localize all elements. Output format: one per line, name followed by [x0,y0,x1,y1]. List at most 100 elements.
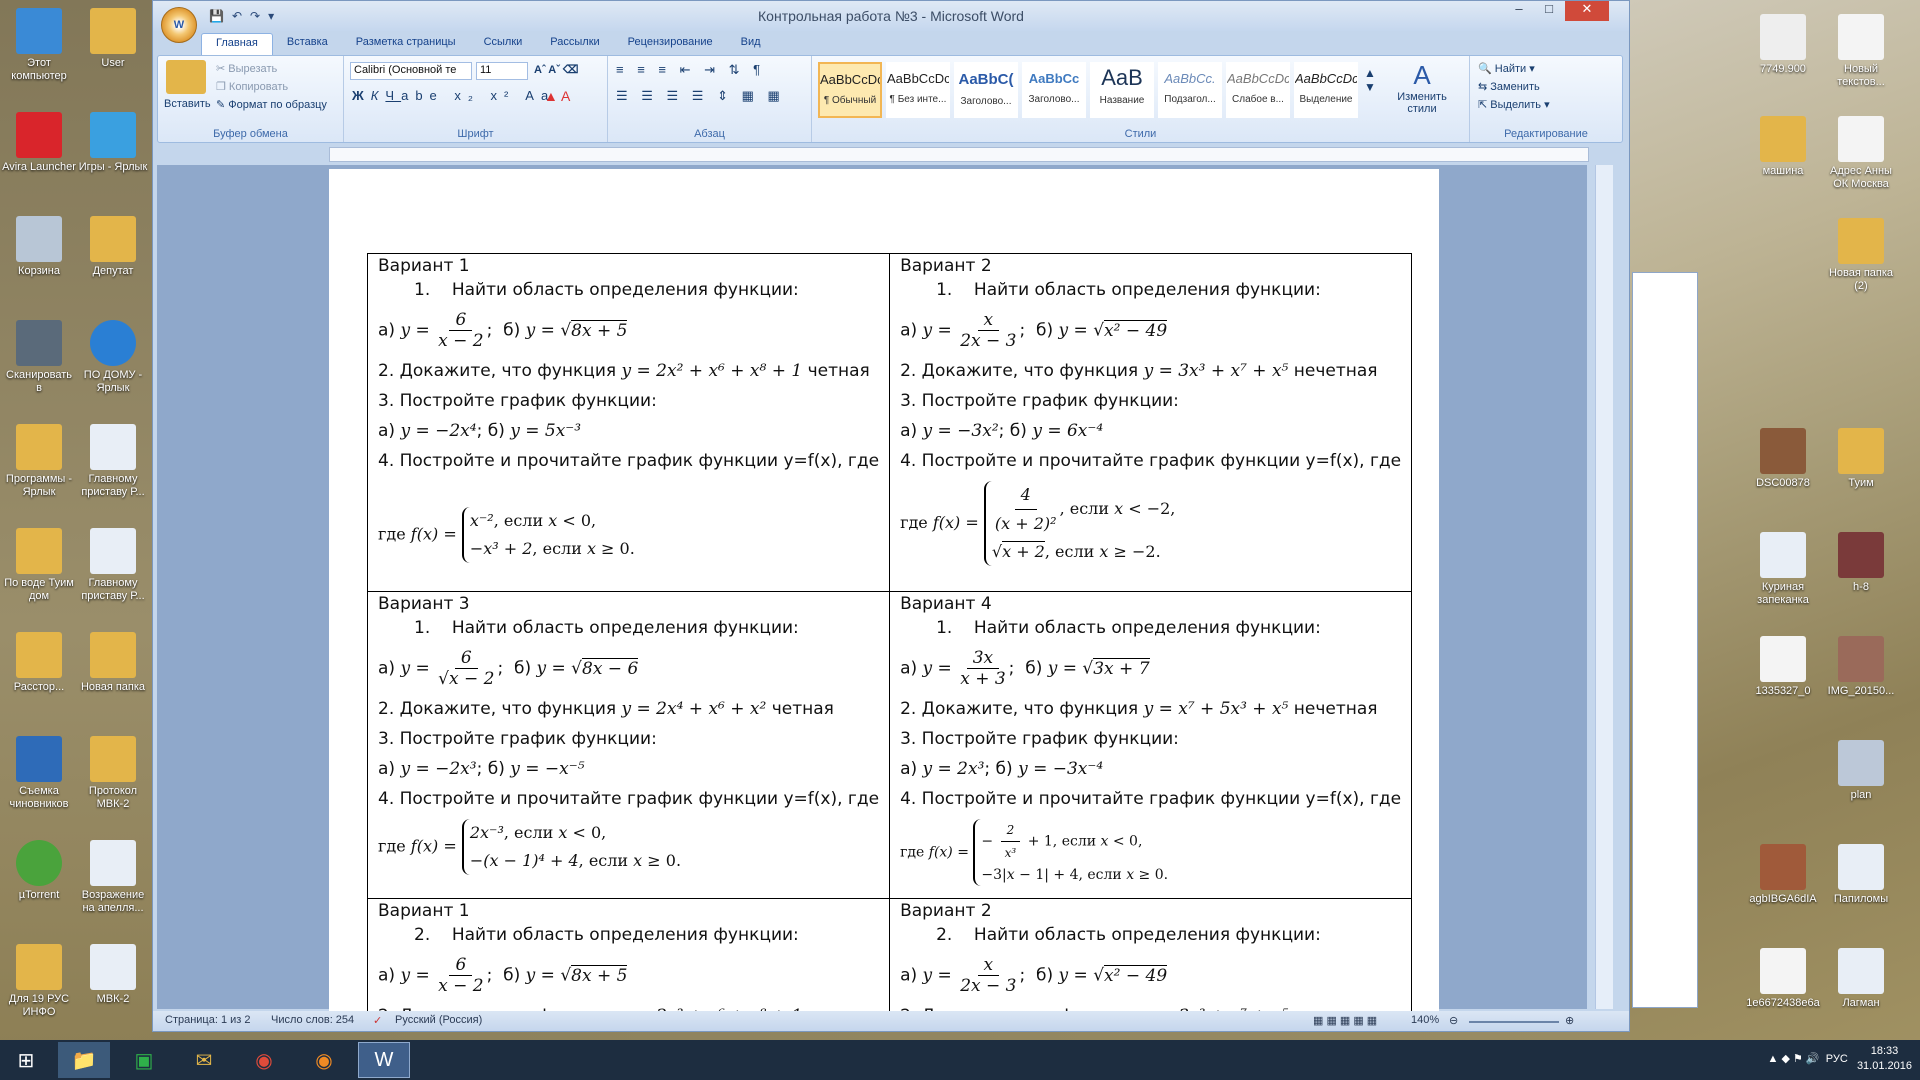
desktop-icon[interactable]: Лагман [1824,948,1898,1010]
desktop-icon[interactable]: машина [1746,116,1820,178]
undo-icon[interactable]: ↶ [232,9,242,23]
desktop-icon[interactable]: Депутат [76,216,150,278]
style-heading2[interactable]: AaBbCc Заголово... [1022,62,1086,118]
font-color-icon[interactable]: ▲ A [544,88,570,104]
desktop-icon[interactable]: Новый текстов... [1824,14,1898,89]
explorer-icon[interactable]: 📁 [58,1042,110,1078]
desktop-icon[interactable]: 1e6672438e6a [1746,948,1820,1010]
align-buttons-icon[interactable]: ☰ ☰ ☰ ☰ ⇕ ▦ ▦ [616,88,785,104]
desktop-icon[interactable]: µTorrent [2,840,76,902]
page-count[interactable]: Страница: 1 из 2 [165,1014,251,1026]
office-button[interactable]: W [161,7,197,43]
desktop-icon[interactable]: User [76,8,150,70]
minimize-button[interactable]: – [1505,1,1533,21]
table-cell[interactable]: Вариант 3 1. Найти область определения ф… [366,591,891,899]
desktop-icon[interactable]: ПО ДОМУ - Ярлык [76,320,150,395]
table-cell[interactable]: Вариант 1 1. Найти область определения ф… [366,253,891,592]
style-heading1[interactable]: AaBbC(Заголово... [954,62,1018,118]
vertical-scrollbar[interactable] [1595,165,1613,1009]
copy-button[interactable]: ❐ Копировать [216,80,288,93]
close-button[interactable]: ✕ [1565,1,1609,21]
style-normal[interactable]: AaBbCcDc ¶ Обычный [818,62,882,118]
cut-button[interactable]: ✂ Вырезать [216,62,277,75]
style-subtitle[interactable]: AaBbCc. Подзагол... [1158,62,1222,118]
list-buttons-icon[interactable]: ≡ ≡ ≡ ⇤ ⇥ ⇅ ¶ [616,62,765,78]
desktop-icon[interactable]: Протокол МВК-2 [76,736,150,811]
table-cell[interactable]: Вариант 1 2. Найти область определения ф… [366,898,891,1019]
styles-scroll-icon[interactable]: ▲ ▼ [1364,66,1376,94]
desktop-icon[interactable]: 1335327_0 [1746,636,1820,698]
desktop-icon[interactable]: IMG_20150... [1824,636,1898,698]
style-subtle-emphasis[interactable]: AaBbCcDc Слабое в... [1226,62,1290,118]
desktop-icon[interactable]: Сканировать в [2,320,76,395]
desktop-icon[interactable]: Новая папка (2) [1824,218,1898,293]
select-button[interactable]: ⇱ Выделить ▾ [1478,98,1550,111]
chrome-icon[interactable]: ◉ [238,1042,290,1078]
desktop-icon[interactable]: Расстор... [2,632,76,694]
language-tray[interactable]: РУС [1826,1053,1848,1065]
clock[interactable]: 18:33 31.01.2016 [1857,1044,1912,1074]
desktop-icon[interactable]: h-8 [1824,532,1898,594]
tab-review[interactable]: Рецензирование [614,33,727,55]
tab-mailings[interactable]: Рассылки [536,33,613,55]
zoom-in-icon[interactable]: ⊕ [1565,1014,1574,1027]
table-cell[interactable]: Вариант 2 2. Найти область определения ф… [889,898,1413,1019]
paste-icon[interactable] [166,60,206,94]
firefox-icon[interactable]: ◉ [298,1042,350,1078]
table-cell[interactable]: Вариант 2 1. Найти область определения ф… [889,253,1413,592]
desktop-icon[interactable]: По воде Туим дом [2,528,76,603]
desktop-icon[interactable]: Папиломы [1824,844,1898,906]
customize-icon[interactable]: ▾ [268,9,274,23]
word-count[interactable]: Число слов: 254 [271,1014,354,1026]
font-name-select[interactable]: Calibri (Основной те [350,62,472,80]
paste-button[interactable]: Вставить [164,98,211,110]
start-icon[interactable]: ⊞ [0,1042,52,1078]
desktop-icon[interactable]: Главному приставу Р... [76,424,150,499]
document-page[interactable]: Вариант 1 1. Найти область определения ф… [329,169,1439,1019]
desktop-icon[interactable]: Этот компьютер [2,8,76,83]
desktop-icon[interactable]: plan [1824,740,1898,802]
desktop-icon[interactable]: Новая папка [76,632,150,694]
desktop-icon[interactable]: Возражение на апелля... [76,840,150,915]
desktop-icon[interactable]: DSC00878 [1746,428,1820,490]
format-buttons-icon[interactable]: ЖКЧabe x₂ x² Aa [352,88,555,103]
table-cell[interactable]: Вариант 4 1. Найти область определения ф… [889,591,1413,899]
desktop-icon[interactable]: Съемка чиновников [2,736,76,811]
format-painter-button[interactable]: ✎ Формат по образцу [216,98,327,111]
desktop-icon[interactable]: МВК-2 [76,944,150,1006]
zoom-slider[interactable] [1469,1021,1559,1023]
tab-references[interactable]: Ссылки [470,33,537,55]
desktop-icon[interactable]: Игры - Ярлык [76,112,150,174]
desktop-icon[interactable]: Куриная запеканка [1746,532,1820,607]
find-button[interactable]: 🔍 Найти ▾ [1478,62,1535,75]
tab-page-layout[interactable]: Разметка страницы [342,33,470,55]
style-title[interactable]: AaB Название [1090,62,1154,118]
font-size-select[interactable]: 11 [476,62,528,80]
grow-font-icon[interactable]: Aˆ Aˇ ⌫ [534,63,578,76]
proofing-icon[interactable]: ✓ [373,1014,382,1027]
tray-icons[interactable]: ▲ ◆ ⚑ 🔊 [1768,1053,1820,1065]
tab-insert[interactable]: Вставка [273,33,342,55]
maximize-button[interactable]: □ [1535,1,1563,21]
style-no-spacing[interactable]: AaBbCcDc ¶ Без инте... [886,62,950,118]
style-emphasis[interactable]: AaBbCcDc Выделение [1294,62,1358,118]
desktop-icon[interactable]: Программы - Ярлык [2,424,76,499]
word-taskbar-icon[interactable]: W [358,1042,410,1078]
desktop-icon[interactable]: Главному приставу Р... [76,528,150,603]
replace-button[interactable]: ⇆ Заменить [1478,80,1540,93]
language-indicator[interactable]: Русский (Россия) [395,1014,482,1026]
zoom-out-icon[interactable]: ⊖ [1449,1014,1458,1027]
tab-home[interactable]: Главная [201,33,273,55]
store-icon[interactable]: ▣ [118,1042,170,1078]
save-icon[interactable]: 💾 [209,9,224,23]
view-buttons-icon[interactable]: ▦ ▦ ▦ ▦ ▦ [1313,1014,1377,1027]
tab-view[interactable]: Вид [727,33,775,55]
redo-icon[interactable]: ↷ [250,9,260,23]
desktop-icon[interactable]: agbIBGA6dIA [1746,844,1820,906]
mail-folder-icon[interactable]: ✉ [178,1042,230,1078]
desktop-icon[interactable]: Для 19 РУС ИНФО [2,944,76,1019]
change-styles-button[interactable]: A Изменить стили [1386,60,1458,115]
horizontal-ruler[interactable] [329,147,1589,162]
desktop-icon[interactable]: Корзина [2,216,76,278]
desktop-icon[interactable]: Адрес Анны ОК Москва [1824,116,1898,191]
